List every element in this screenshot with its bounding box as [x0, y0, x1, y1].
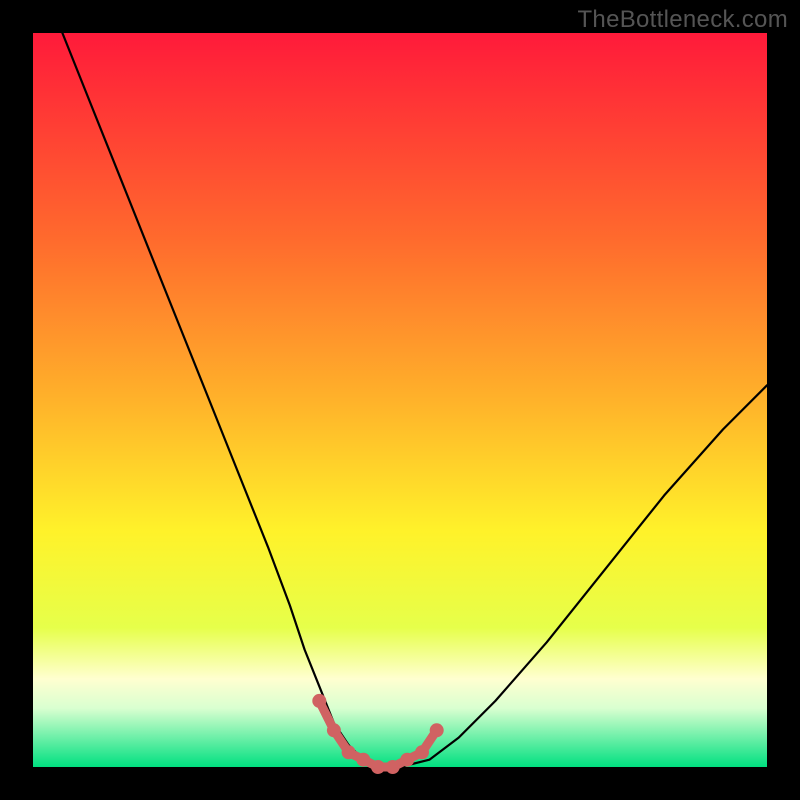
marker-dot [312, 694, 326, 708]
chart-frame: TheBottleneck.com [0, 0, 800, 800]
curve-path [62, 33, 767, 767]
marker-dot [327, 723, 341, 737]
marker-dot [415, 745, 429, 759]
marker-dot [342, 745, 356, 759]
bottleneck-chart [33, 33, 767, 767]
marker-dot [400, 753, 414, 767]
watermark-text: TheBottleneck.com [577, 6, 788, 34]
plot-area [33, 33, 767, 767]
marker-dot [356, 753, 370, 767]
marker-dot [386, 760, 400, 774]
marker-dot [371, 760, 385, 774]
marker-dot [430, 723, 444, 737]
